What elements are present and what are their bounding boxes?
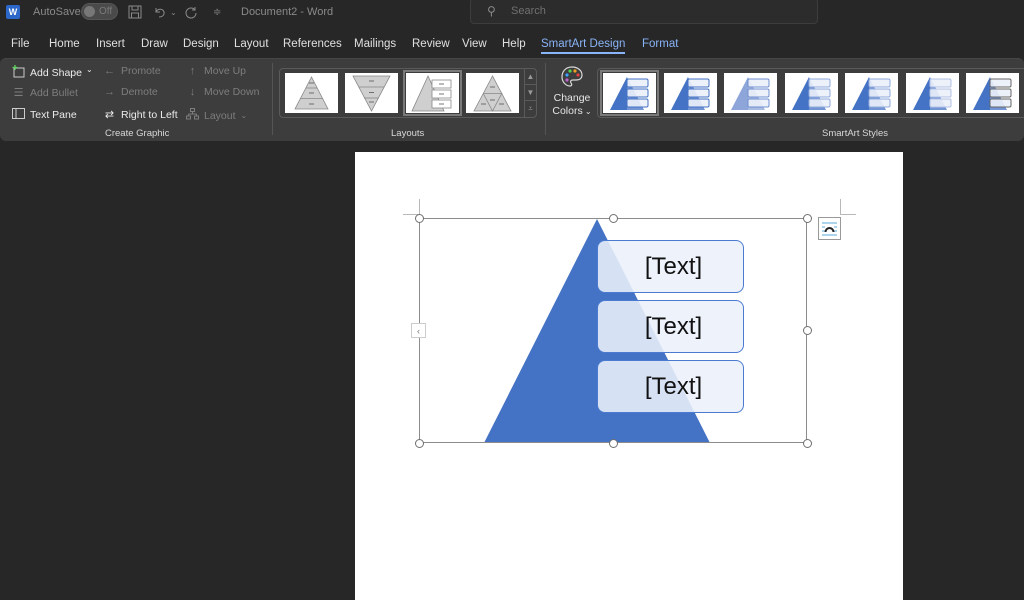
layout-options-icon [822,222,837,236]
resize-handle-right[interactable] [803,326,812,335]
smartart-text-item-3[interactable]: [Text] [597,360,744,413]
resize-handle-bottom-left[interactable] [415,439,424,448]
smartart-text-item-2[interactable]: [Text] [597,300,744,353]
resize-handle-bottom[interactable] [609,439,618,448]
resize-handle-top-left[interactable] [415,214,424,223]
chevron-left-icon: ‹ [417,325,420,336]
resize-handle-top-right[interactable] [803,214,812,223]
layout-options-button[interactable] [818,217,841,240]
resize-handle-bottom-right[interactable] [803,439,812,448]
smartart-text-item-1[interactable]: [Text] [597,240,744,293]
text-pane-toggle[interactable]: ‹ [411,323,426,338]
resize-handle-top[interactable] [609,214,618,223]
